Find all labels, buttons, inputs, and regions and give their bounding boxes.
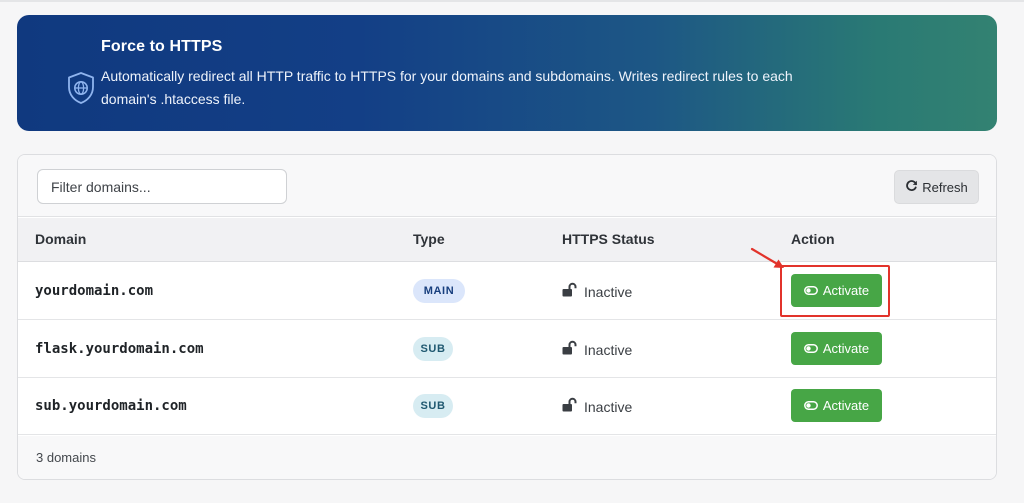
domain-name: yourdomain.com (35, 283, 154, 299)
refresh-icon (905, 179, 918, 195)
toggle-icon (803, 341, 818, 356)
table-row: sub.yourdomain.com SUB Inactive Activate (18, 378, 996, 435)
top-divider (0, 0, 1024, 2)
domain-count: 3 domains (36, 450, 96, 465)
unlock-icon (561, 282, 577, 301)
panel-toolbar: Refresh (18, 155, 996, 217)
banner-title: Force to HTTPS (101, 38, 223, 55)
domain-name: sub.yourdomain.com (35, 398, 187, 414)
status-text: Inactive (584, 283, 633, 300)
banner-description: Automatically redirect all HTTP traffic … (101, 68, 793, 107)
https-status: Inactive (561, 340, 632, 359)
https-status: Inactive (561, 282, 632, 301)
unlock-icon (561, 340, 577, 359)
type-badge: SUB (413, 394, 453, 418)
filter-domains-input[interactable] (37, 169, 287, 204)
table-footer: 3 domains (18, 436, 996, 479)
activate-label: Activate (822, 341, 870, 356)
type-badge: SUB (413, 337, 453, 361)
type-badge: MAIN (413, 279, 465, 303)
shield-globe-icon (66, 71, 96, 105)
header-type: Type (413, 231, 445, 247)
status-text: Inactive (584, 341, 633, 358)
status-text: Inactive (584, 398, 633, 415)
domains-panel: Refresh Domain Type HTTPS Status Action … (17, 154, 997, 480)
refresh-label: Refresh (922, 179, 968, 195)
header-domain: Domain (35, 231, 87, 247)
table-header: Domain Type HTTPS Status Action (18, 218, 996, 262)
annotation-arrow-icon (750, 247, 784, 268)
unlock-icon (561, 397, 577, 416)
header-https-status: HTTPS Status (562, 231, 655, 247)
https-status: Inactive (561, 397, 632, 416)
domain-name: flask.yourdomain.com (35, 341, 204, 357)
https-banner: Force to HTTPS Automatically redirect al… (17, 15, 997, 131)
table-row: flask.yourdomain.com SUB Inactive Activa… (18, 321, 996, 378)
activate-button[interactable]: Activate (791, 389, 882, 422)
activate-button[interactable]: Activate (791, 332, 882, 365)
header-action: Action (791, 231, 835, 247)
activate-label: Activate (822, 398, 870, 413)
toggle-icon (803, 398, 818, 413)
annotation-highlight-box (780, 265, 890, 317)
refresh-button[interactable]: Refresh (894, 170, 979, 204)
